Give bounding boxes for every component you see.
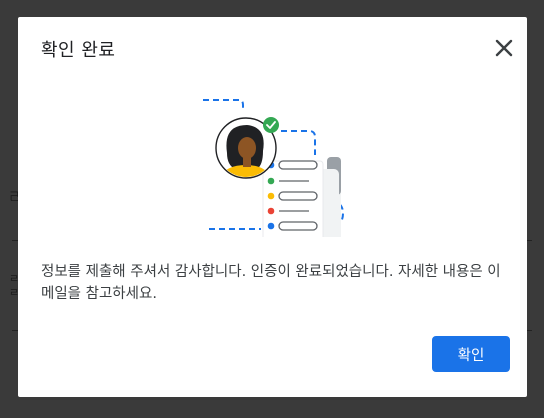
confirmation-message: 정보를 제출해 주셔서 감사합니다. 인증이 완료되었습니다. 자세한 내용은 … — [41, 264, 501, 302]
confirmation-dialog: 확인 완료 정보를 제출해 주셔서 감사합니다. 인증이 완료되었습니다. 자세… — [18, 17, 527, 397]
confirm-button[interactable]: 확인 — [432, 336, 510, 372]
verified-profile-illustration — [201, 95, 351, 256]
dialog-title: 확인 완료 — [41, 40, 116, 61]
close-icon[interactable] — [492, 36, 516, 60]
